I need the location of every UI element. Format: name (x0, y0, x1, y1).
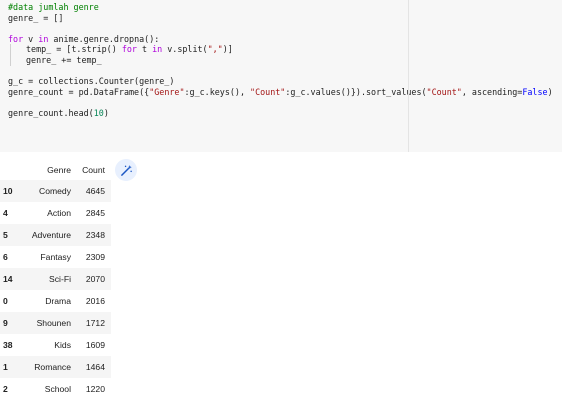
count-cell: 2309 (85, 252, 105, 262)
code-token: genre_count.head( (8, 107, 94, 118)
table-row: 14 Sci-Fi 2070 (0, 268, 111, 290)
genre-cell: Drama (45, 296, 71, 306)
row-index: 9 (3, 318, 8, 328)
table-header-row: Genre Count (0, 160, 111, 180)
code-token: genre_ += temp_ (26, 54, 102, 65)
code-line: g_c = collections.Counter(genre_) (8, 76, 553, 87)
code-token: temp_ = [t.strip() (26, 44, 122, 55)
table-row: 10 Comedy 4645 (0, 180, 111, 202)
code-line: genre_count.head(10) (8, 108, 553, 119)
code-cell[interactable]: #data jumlah genre genre_ = [] for v in an… (0, 0, 562, 152)
count-column-header: Count (82, 165, 105, 175)
genre-cell: Romance (34, 362, 71, 372)
code-token: #data jumlah genre (8, 2, 99, 12)
code-token: False (522, 86, 548, 97)
cell-output: Genre Count 10 Comedy 4645 4 Action 2845 5 Adve… (0, 152, 562, 400)
suggest-chart-button[interactable] (115, 159, 137, 181)
magic-wand-icon (120, 164, 132, 176)
code-token: v.split( (162, 44, 208, 55)
code-token: :g_c.keys(), (184, 86, 251, 97)
code-token: , ascending= (461, 86, 523, 97)
genre-column-header: Genre (47, 165, 71, 175)
code-token: "Count" (250, 86, 286, 97)
code-token: ) (103, 107, 109, 118)
code-line: temp_ = [t.strip() for t in v.split(",")… (8, 44, 553, 55)
count-cell: 1712 (85, 318, 105, 328)
count-cell: 4645 (85, 186, 105, 196)
code-token: for (8, 33, 24, 44)
row-index: 38 (3, 340, 13, 350)
code-token: in (38, 33, 49, 44)
table-row: 6 Fantasy 2309 (0, 246, 111, 268)
code-token: for (121, 44, 137, 55)
table-row: 5 Adventure 2348 (0, 224, 111, 246)
code-token: in (152, 44, 163, 55)
genre-cell: Action (47, 208, 71, 218)
genre-cell: Shounen (36, 318, 71, 328)
row-index: 2 (3, 384, 8, 394)
row-index: 0 (3, 296, 8, 306)
code-editor[interactable]: #data jumlah genre genre_ = [] for v in an… (8, 2, 553, 119)
code-token: )] (222, 44, 233, 55)
code-line: genre_ += temp_ (8, 54, 553, 66)
table-row: 1 Romance 1464 (0, 356, 111, 378)
code-token: anime.genre.dropna(): (48, 33, 160, 44)
row-index: 1 (3, 362, 8, 372)
code-token: t (136, 44, 153, 55)
row-index: 4 (3, 208, 8, 218)
genre-cell: Kids (54, 340, 71, 350)
code-token: :g_c.values()}).sort_values( (285, 86, 427, 97)
genre-cell: Sci-Fi (49, 274, 71, 284)
table-row: 2 School 1220 (0, 378, 111, 400)
code-token: g_c = collections.Counter(genre_) (8, 76, 175, 87)
count-cell: 1609 (85, 340, 105, 350)
table-row: 9 Shounen 1712 (0, 312, 111, 334)
row-index: 5 (3, 230, 8, 240)
code-token: v (23, 33, 39, 44)
code-line: #data jumlah genre (8, 2, 553, 13)
count-cell: 2348 (85, 230, 105, 240)
count-cell: 2016 (85, 296, 105, 306)
code-token: "Count" (426, 86, 462, 97)
code-token: "Genre" (149, 86, 185, 97)
editor-ruler (408, 0, 409, 152)
code-token: "," (207, 44, 223, 55)
count-cell: 1464 (85, 362, 105, 372)
genre-cell: Comedy (39, 186, 71, 196)
code-token: ) (547, 86, 553, 97)
genre-cell: School (44, 384, 71, 394)
table-row: 38 Kids 1609 (0, 334, 111, 356)
count-cell: 1220 (85, 384, 105, 394)
code-line: for v in anime.genre.dropna(): (8, 34, 553, 45)
genre-cell: Fantasy (40, 252, 71, 262)
code-token: genre_count = pd.DataFrame({ (8, 86, 150, 97)
row-index: 10 (3, 186, 13, 196)
count-cell: 2070 (85, 274, 105, 284)
code-token: genre_ = [] (8, 12, 64, 23)
row-index: 6 (3, 252, 8, 262)
genre-cell: Adventure (31, 230, 71, 240)
code-token: 10 (93, 107, 104, 118)
indent-guide (10, 54, 26, 66)
table-row: 0 Drama 2016 (0, 290, 111, 312)
row-index: 14 (3, 274, 13, 284)
table-row: 4 Action 2845 (0, 202, 111, 224)
indent-guide (10, 44, 26, 55)
code-line: genre_count = pd.DataFrame({"Genre":g_c.… (8, 87, 553, 98)
code-line: genre_ = [] (8, 13, 553, 24)
index-header (0, 160, 19, 180)
dataframe-table: Genre Count 10 Comedy 4645 4 Action 2845 5 Adve… (0, 160, 111, 400)
count-cell: 2845 (85, 208, 105, 218)
